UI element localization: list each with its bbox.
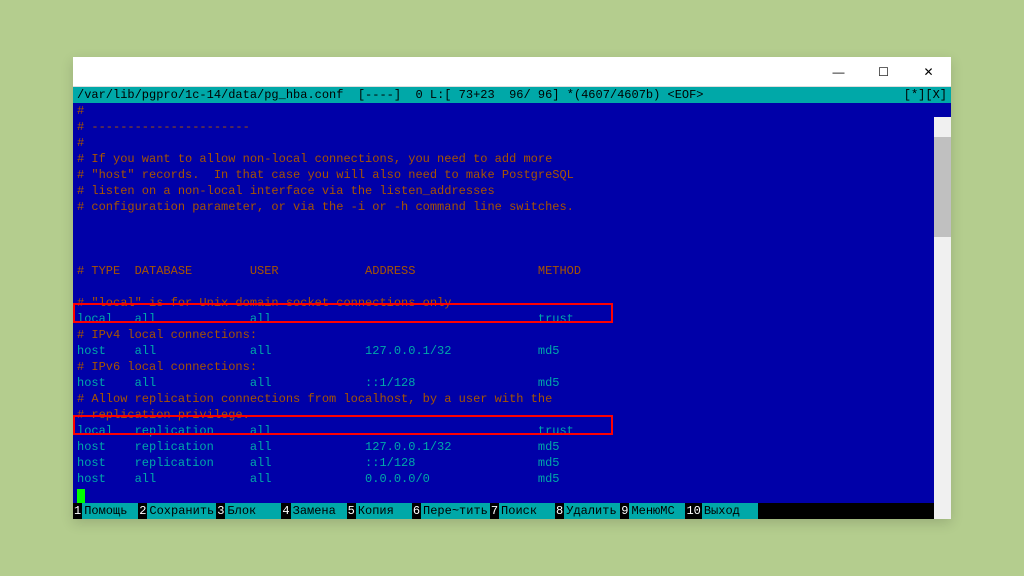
code-line xyxy=(77,247,947,263)
fn-delete[interactable]: 8Удалить xyxy=(555,503,620,519)
minimize-button[interactable]: — xyxy=(816,57,861,87)
code-line: # IPv6 local connections: xyxy=(77,359,947,375)
fn-exit[interactable]: 10Выход xyxy=(685,503,757,519)
code-line: host replication all 127.0.0.1/32 md5 xyxy=(77,439,947,455)
fn-move[interactable]: 6Пере~тить xyxy=(412,503,490,519)
fn-save[interactable]: 2Сохранить xyxy=(138,503,216,519)
fn-block[interactable]: 3Блок xyxy=(216,503,281,519)
code-line: # configuration parameter, or via the -i… xyxy=(77,199,947,215)
code-line: # replication privilege. xyxy=(77,407,947,423)
code-line: local replication all trust xyxy=(77,423,947,439)
status-indicators: [*][X] xyxy=(904,87,947,103)
code-line: host replication all ::1/128 md5 xyxy=(77,455,947,471)
code-line: host all all 127.0.0.1/32 md5 xyxy=(77,343,947,359)
maximize-button[interactable]: ☐ xyxy=(861,57,906,87)
code-line: # xyxy=(77,135,947,151)
code-line: # If you want to allow non-local connect… xyxy=(77,151,947,167)
editor-status-bar: /var/lib/pgpro/1c-14/data/pg_hba.conf [-… xyxy=(73,87,951,103)
fn-help[interactable]: 1Помощь xyxy=(73,503,138,519)
code-line: # "local" is for Unix domain socket conn… xyxy=(77,295,947,311)
code-line: # Allow replication connections from loc… xyxy=(77,391,947,407)
code-line: host all all 0.0.0.0/0 md5 xyxy=(77,471,947,487)
code-line: # listen on a non-local interface via th… xyxy=(77,183,947,199)
close-button[interactable]: ✕ xyxy=(906,57,951,87)
cursor-line xyxy=(77,487,947,503)
terminal-editor[interactable]: /var/lib/pgpro/1c-14/data/pg_hba.conf [-… xyxy=(73,87,951,519)
status-path: /var/lib/pgpro/1c-14/data/pg_hba.conf [-… xyxy=(77,87,904,103)
code-line: # xyxy=(77,103,947,119)
fn-replace[interactable]: 4Замена xyxy=(281,503,346,519)
fn-copy[interactable]: 5Копия xyxy=(347,503,412,519)
code-line xyxy=(77,279,947,295)
editor-content[interactable]: # # ---------------------- # # If you wa… xyxy=(73,103,951,503)
code-line xyxy=(77,215,947,231)
titlebar[interactable]: — ☐ ✕ xyxy=(73,57,951,87)
fn-menu[interactable]: 9МенюMC xyxy=(620,503,685,519)
code-line: # TYPE DATABASE USER ADDRESS METHOD xyxy=(77,263,947,279)
code-line: # IPv4 local connections: xyxy=(77,327,947,343)
window-controls: — ☐ ✕ xyxy=(816,57,951,87)
application-window: — ☐ ✕ /var/lib/pgpro/1c-14/data/pg_hba.c… xyxy=(73,57,951,519)
code-line xyxy=(77,231,947,247)
scrollbar-thumb[interactable] xyxy=(934,137,951,237)
fn-search[interactable]: 7Поиск xyxy=(490,503,555,519)
cursor-icon xyxy=(77,489,85,503)
code-line: # ---------------------- xyxy=(77,119,947,135)
code-line: local all all trust xyxy=(77,311,947,327)
code-line: # "host" records. In that case you will … xyxy=(77,167,947,183)
function-key-bar: 1Помощь 2Сохранить 3Блок 4Замена 5Копия … xyxy=(73,503,951,519)
code-line: host all all ::1/128 md5 xyxy=(77,375,947,391)
vertical-scrollbar[interactable] xyxy=(934,117,951,519)
